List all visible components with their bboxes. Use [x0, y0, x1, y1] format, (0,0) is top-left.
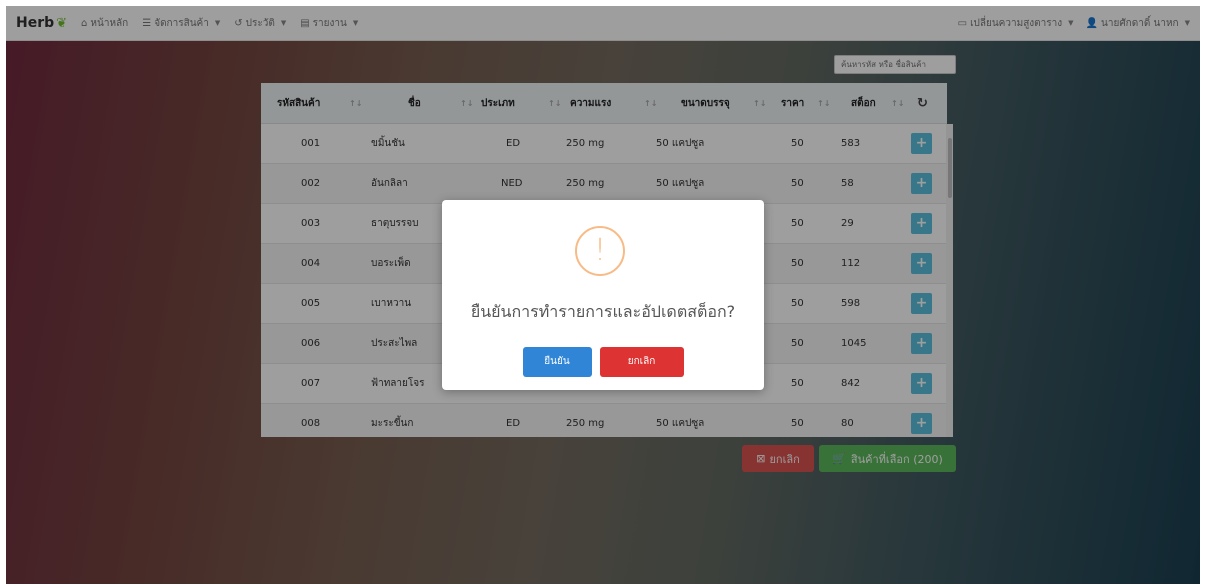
dialog-cancel-button[interactable]: ยกเลิก — [599, 347, 684, 377]
warning-icon: ! — [575, 226, 625, 276]
confirm-button[interactable]: ยืนยัน — [522, 347, 592, 377]
dialog-title: ยืนยันการทำรายการและอัปเดตสต็อก? — [470, 302, 736, 321]
dialog-buttons: ยืนยัน ยกเลิก — [442, 347, 764, 377]
confirm-dialog: ! ยืนยันการทำรายการและอัปเดตสต็อก? ยืนยั… — [442, 200, 764, 390]
